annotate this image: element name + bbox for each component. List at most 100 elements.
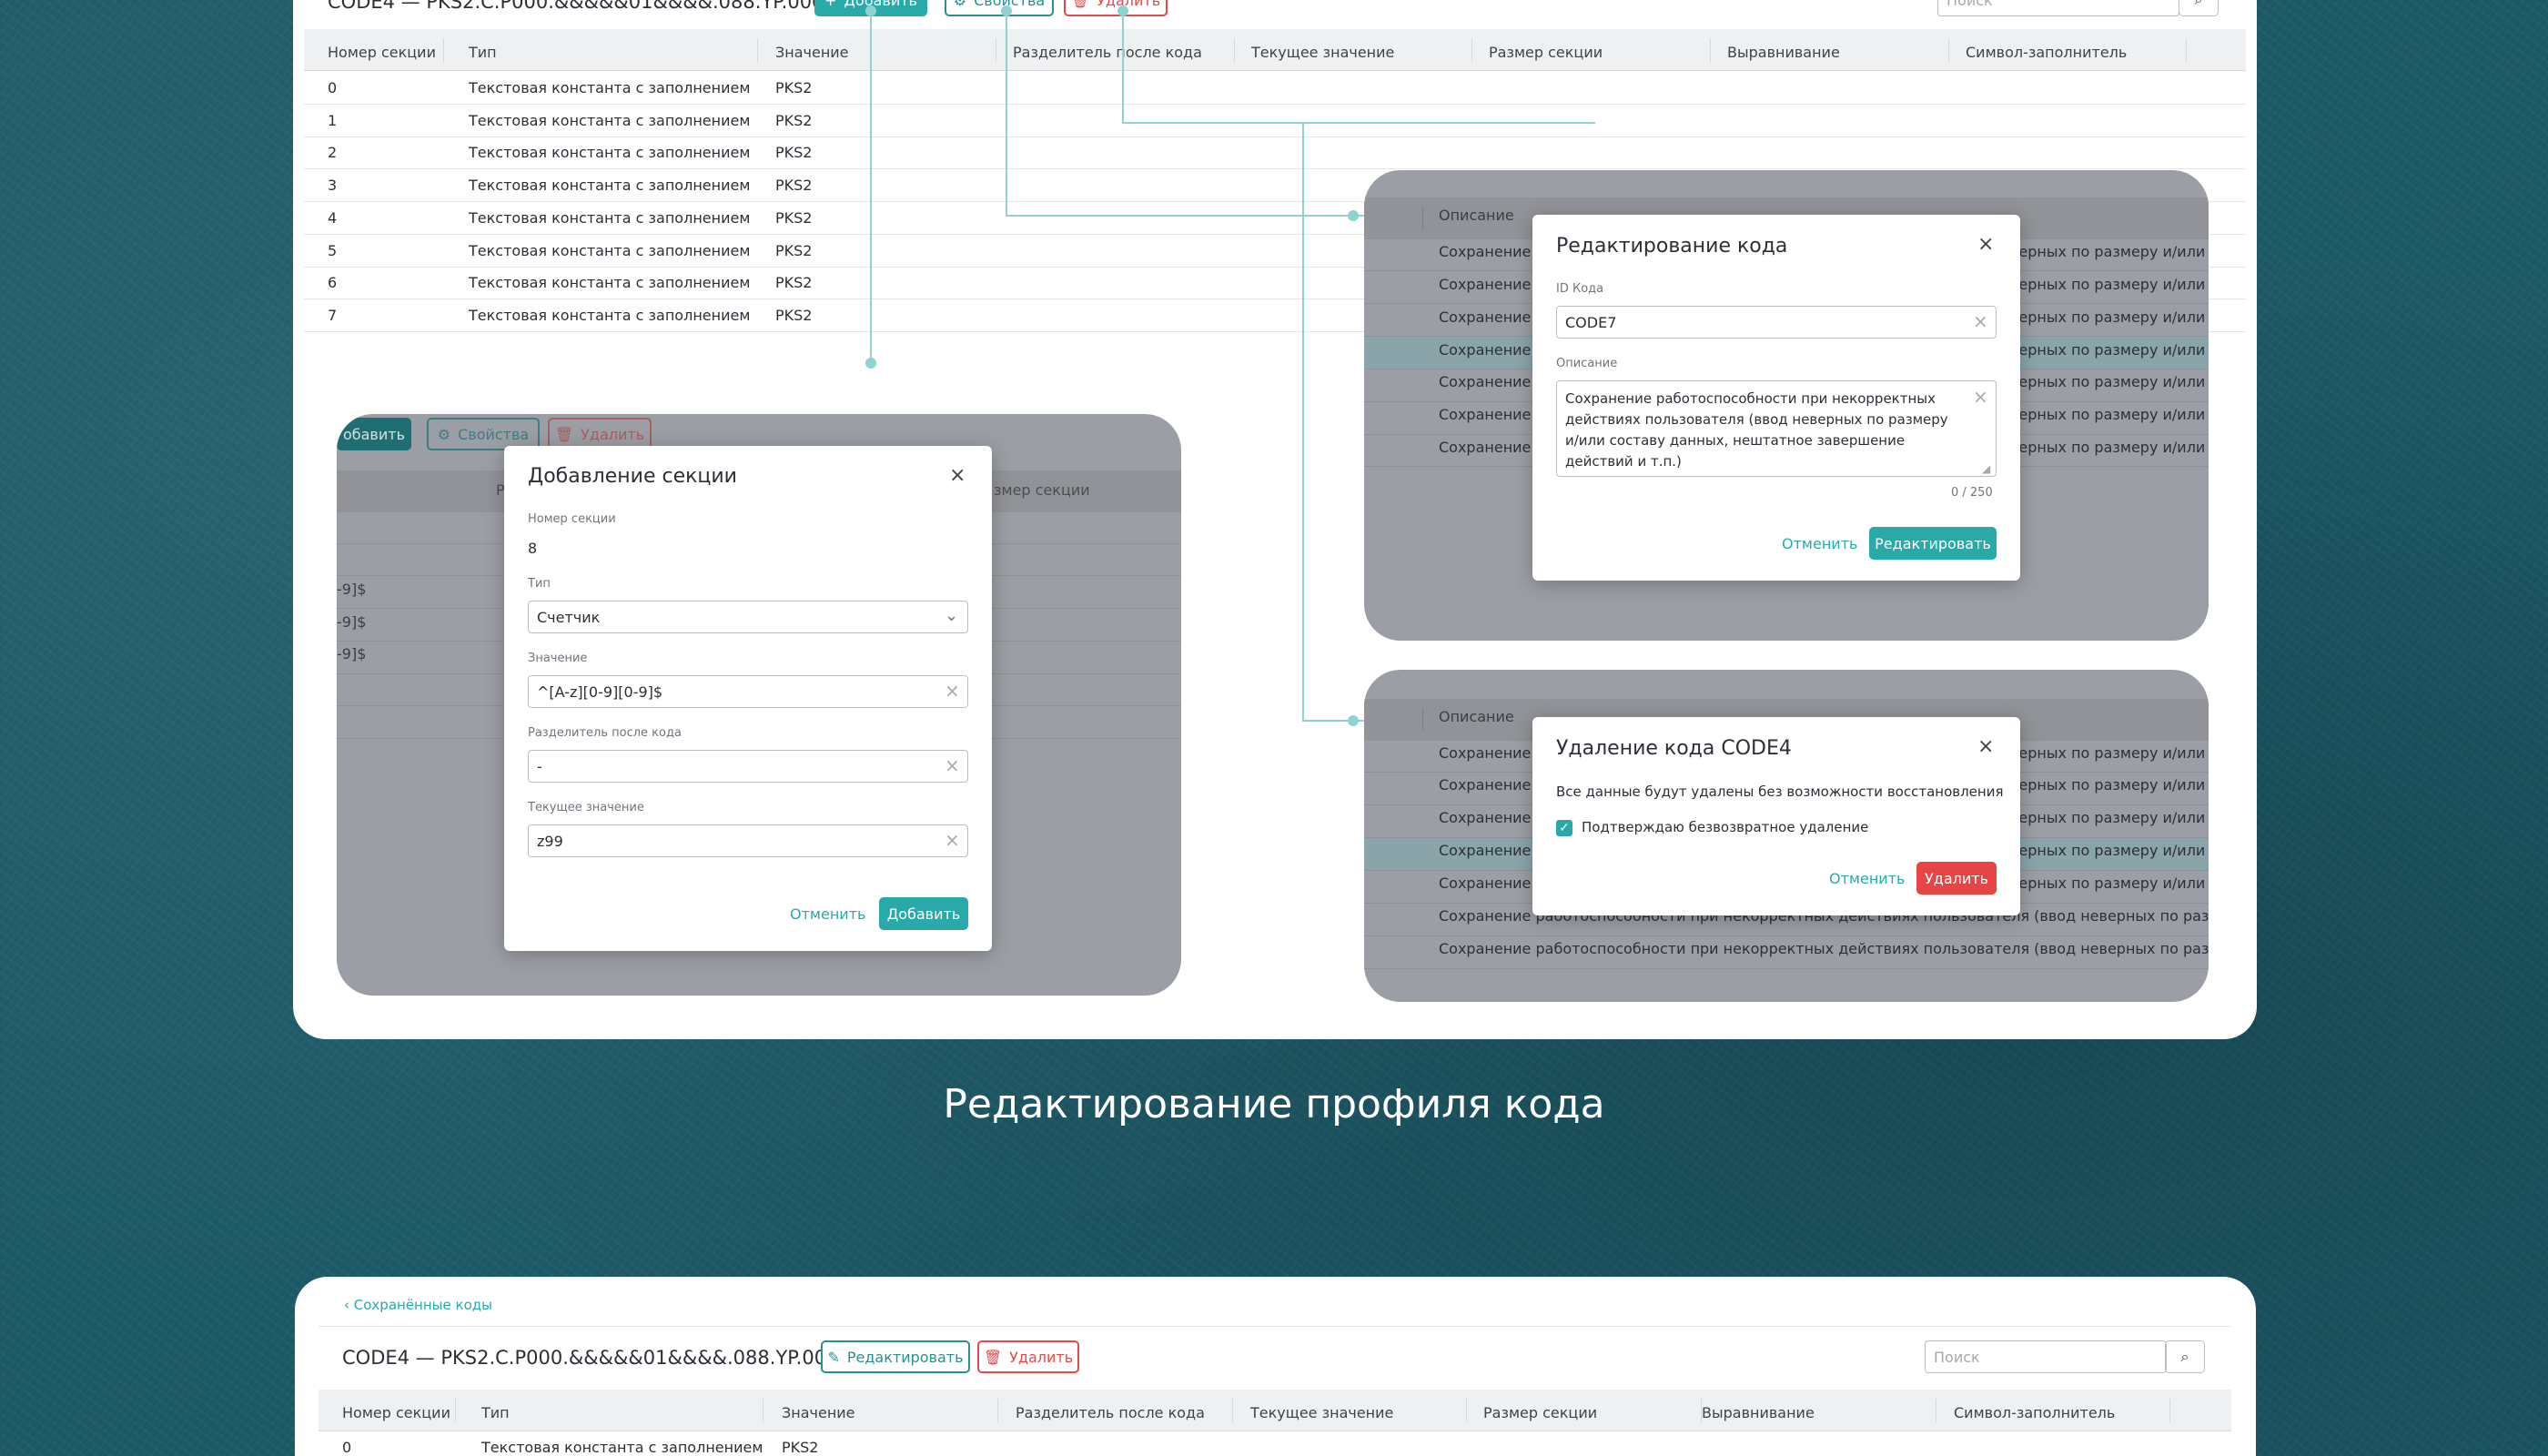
col-header-size: Размер секции [1483, 1404, 1598, 1421]
bg-row-right: верных по размеру и/или сос [2010, 406, 2209, 423]
confirm-label: Подтверждаю безвозвратное удаление [1582, 819, 1869, 835]
col-header-value: Значение [782, 1404, 855, 1421]
delete-button[interactable]: 🗑 Удалить [1064, 0, 1168, 16]
delete-button[interactable]: 🗑 Удалить [977, 1340, 1079, 1373]
current-value-input[interactable]: z99 [528, 824, 968, 857]
row-number: 4 [328, 209, 338, 227]
bg-row-left: Сохранение р [1439, 373, 1545, 390]
row-number: 1 [328, 112, 338, 129]
col-separator [1471, 38, 1472, 62]
bg-col-header: Описание [1439, 207, 1514, 224]
search-input[interactable]: Поиск [1937, 0, 2179, 16]
bg-row-left: Сохранение р [1439, 744, 1545, 762]
row-type: Текстовая константа с заполнением [469, 112, 751, 129]
bg-row-right: верных по размеру и/или сос [2010, 243, 2209, 260]
col-separator [2169, 1399, 2170, 1422]
check-icon: ✓ [1559, 821, 1570, 835]
cancel-button[interactable]: Отменить [1782, 535, 1857, 552]
connector-line [870, 11, 872, 364]
cancel-button[interactable]: Отменить [1829, 870, 1905, 887]
edit-code-modal: Редактирование кода × ID Кода CODE7 × Оп… [1532, 215, 2020, 581]
col-header-value: Значение [775, 44, 849, 61]
col-separator [1422, 708, 1423, 732]
chevron-down-icon: ⌄ [945, 606, 959, 625]
col-header-align: Выравнивание [1702, 1404, 1815, 1421]
clear-icon[interactable]: × [945, 756, 960, 774]
row-value: PKS2 [782, 1439, 819, 1456]
cancel-button[interactable]: Отменить [790, 905, 865, 923]
value-label: Значение [528, 652, 588, 665]
col-header-type: Тип [469, 44, 497, 61]
bg-row-left: Сохранение р [1439, 439, 1545, 456]
pencil-icon: ✎ [827, 1348, 840, 1366]
bg-row-right: верных по размеру и/или сос [2010, 373, 2209, 390]
close-icon[interactable]: × [949, 466, 966, 486]
bg-row-right: верных по размеру и/или сос [2010, 875, 2209, 892]
col-separator [757, 38, 758, 62]
connector-dot [1348, 715, 1359, 726]
row-type: Текстовая константа с заполнением [469, 242, 751, 259]
separator-input[interactable]: - [528, 750, 968, 783]
bg-row-left: Сохранение р [1439, 276, 1545, 293]
bg-col-header: Описание [1439, 708, 1514, 725]
submit-edit-button[interactable]: Редактировать [1869, 527, 1997, 560]
bg-row-left: Сохранение р [1439, 308, 1545, 326]
value-input[interactable]: ^[A-z][0-9][0-9]$ [528, 675, 968, 708]
type-select[interactable]: Счетчик [528, 601, 968, 633]
col-header-current: Текущее значение [1250, 1404, 1394, 1421]
plus-icon: + [824, 0, 837, 9]
row-divider [304, 136, 2246, 137]
code-title: CODE4 — PKS2.C.P000.&&&&&01&&&&.088.YP.0… [328, 0, 854, 13]
submit-add-button[interactable]: Добавить [879, 897, 968, 930]
resize-handle-icon[interactable]: ◢ [1982, 462, 1990, 475]
row-number: 7 [328, 307, 338, 324]
row-value: PKS2 [775, 79, 813, 96]
confirm-checkbox[interactable]: ✓ [1556, 820, 1572, 836]
trash-icon: 🗑 [1070, 0, 1090, 9]
col-separator [1466, 1399, 1467, 1422]
add-section-modal: Добавление секции × Номер секции 8 Тип С… [504, 446, 992, 951]
connector-line [1122, 122, 1595, 124]
row-value: PKS2 [775, 144, 813, 161]
confirm-delete-button[interactable]: Удалить [1916, 862, 1997, 895]
search-icon: ⌕ [2195, 0, 2203, 9]
connector-line [1302, 720, 1373, 722]
bg-row-left: Сохранение р [1439, 776, 1545, 794]
search-input[interactable]: Поиск [1925, 1340, 2167, 1373]
clear-icon[interactable]: × [945, 682, 960, 700]
properties-button[interactable]: ⚙ Свойства [945, 0, 1054, 16]
close-icon[interactable]: × [1977, 737, 1994, 757]
connector-dot [1348, 210, 1359, 221]
row-number: 0 [328, 79, 338, 96]
description-textarea[interactable]: Сохранение работоспособности при некорре… [1556, 380, 1997, 477]
bg-row-right: верных по размеру и/или сос [2010, 341, 2209, 359]
clear-icon[interactable]: × [1973, 388, 1988, 406]
number-value: 8 [528, 540, 538, 557]
close-icon[interactable]: × [1977, 235, 1994, 255]
row-type: Текстовая константа с заполнением [469, 79, 751, 96]
col-separator [1232, 1399, 1233, 1422]
row-value: PKS2 [775, 209, 813, 227]
col-separator [2186, 38, 2187, 62]
clear-icon[interactable]: × [945, 831, 960, 849]
type-label: Тип [528, 577, 551, 591]
code-title: CODE4 — PKS2.C.P000.&&&&&01&&&&.088.YP.0… [342, 1347, 869, 1369]
row-type: Текстовая константа с заполнением [469, 274, 751, 291]
back-link[interactable]: ‹ Сохранённые коды [344, 1297, 492, 1313]
col-header-type: Тип [481, 1404, 510, 1421]
bg-row-right: верных по размеру и/или сос [2010, 842, 2209, 859]
row-type: Текстовая константа с заполнением [481, 1439, 763, 1456]
col-separator [1234, 38, 1235, 62]
row-type: Текстовая константа с заполнением [469, 209, 751, 227]
chevron-left-icon: ‹ [344, 1297, 354, 1313]
id-input[interactable]: CODE7 [1556, 306, 1997, 339]
edit-button[interactable]: ✎ Редактировать [821, 1340, 970, 1373]
delete-warning: Все данные будут удалены без возможности… [1556, 784, 2004, 800]
search-button[interactable]: ⌕ [2165, 1340, 2205, 1373]
bg-row-left: Сохранение р [1439, 243, 1545, 260]
clear-icon[interactable]: × [1973, 312, 1988, 330]
delete-code-modal: Удаление кода CODE4 × Все данные будут у… [1532, 717, 2020, 915]
bg-row-right: верных по размеру и/или сос [2010, 439, 2209, 456]
gear-icon: ⚙ [437, 425, 451, 443]
search-button[interactable]: ⌕ [2179, 0, 2219, 16]
